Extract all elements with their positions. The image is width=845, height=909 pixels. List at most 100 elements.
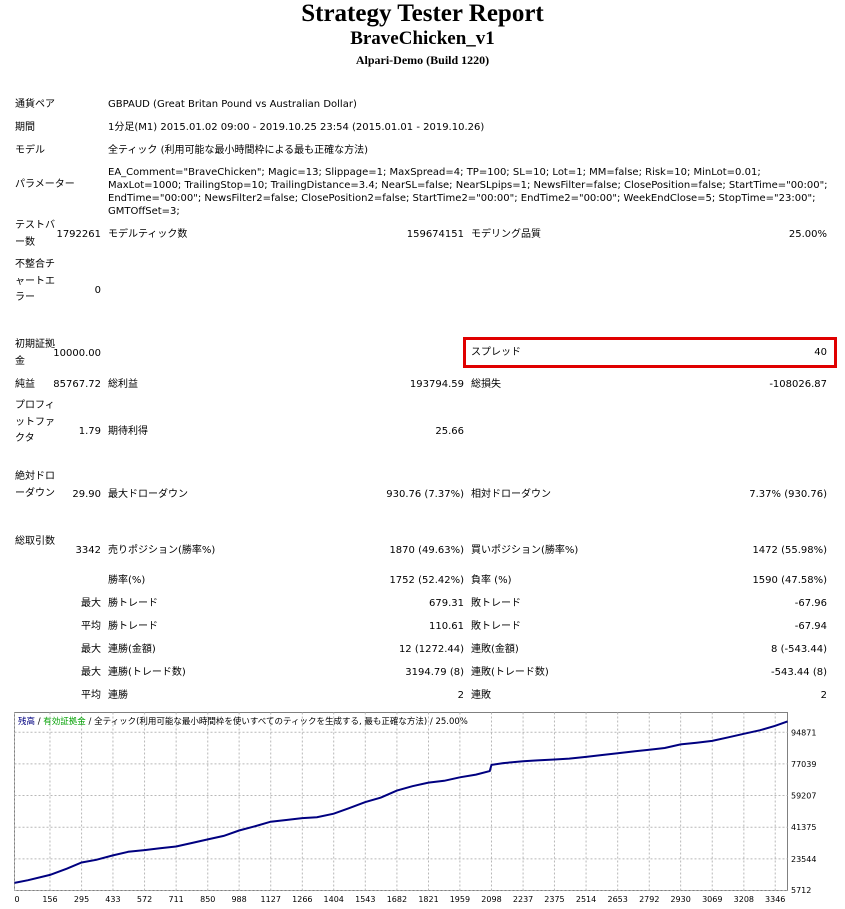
avg-consec-losses-value: 2 bbox=[820, 690, 827, 701]
model-value: 全ティック (利用可能な最小時間枠による最も正確な方法) bbox=[108, 145, 369, 156]
mismatch-label: 不整合チャートエラー bbox=[15, 259, 55, 303]
largest-loss-value: -67.96 bbox=[794, 598, 827, 609]
max-consec-loss-amount-value: -543.44 (8) bbox=[771, 667, 827, 678]
quality-label: モデリング品質 bbox=[471, 229, 541, 240]
expected-payoff-label: 期待利得 bbox=[108, 426, 148, 437]
x-tick-label: 2237 bbox=[513, 895, 533, 904]
x-tick-label: 2653 bbox=[607, 895, 627, 904]
spread-value: 40 bbox=[814, 347, 827, 358]
deposit-value: 10000.00 bbox=[53, 348, 101, 359]
profit-factor-value: 1.79 bbox=[78, 426, 101, 437]
largest-prefix: 最大 bbox=[81, 598, 101, 609]
avg-consec-losses-label: 連敗 bbox=[471, 690, 491, 701]
y-tick-label: 77039 bbox=[791, 760, 816, 769]
x-tick-label: 2792 bbox=[639, 895, 659, 904]
max-consec-losses-label: 連敗(金額) bbox=[471, 644, 519, 655]
plot-area bbox=[14, 712, 788, 891]
legend-sep-1: / bbox=[35, 717, 43, 727]
mismatch-value: 0 bbox=[94, 285, 101, 296]
params-value: EA_Comment="BraveChicken"; Magic=13; Sli… bbox=[108, 167, 828, 217]
long-positions-value: 1472 (55.98%) bbox=[752, 545, 827, 556]
y-tick-label: 41375 bbox=[791, 823, 816, 832]
x-tick-label: 711 bbox=[169, 895, 184, 904]
expected-payoff-value: 25.66 bbox=[435, 426, 464, 437]
x-tick-label: 1821 bbox=[418, 895, 438, 904]
largest-win-label: 勝トレード bbox=[108, 598, 158, 609]
total-trades-value: 3342 bbox=[75, 545, 101, 556]
x-tick-label: 2098 bbox=[481, 895, 501, 904]
x-tick-label: 3069 bbox=[702, 895, 722, 904]
y-tick-label: 23544 bbox=[791, 855, 816, 864]
y-tick-label: 5712 bbox=[791, 886, 811, 895]
avg-win-label: 勝トレード bbox=[108, 621, 158, 632]
max-consec-wins-value: 12 (1272.44) bbox=[398, 644, 464, 655]
server-build: Alpari-Demo (Build 1220) bbox=[355, 53, 490, 67]
ticks-label: モデルティック数 bbox=[108, 229, 188, 240]
max-drawdown-label: 最大ドローダウン bbox=[108, 489, 188, 500]
avg-win-value: 110.61 bbox=[429, 621, 464, 632]
x-tick-label: 850 bbox=[200, 895, 215, 904]
quality-value: 25.00% bbox=[788, 229, 827, 240]
max-consec-prefix: 最大 bbox=[81, 644, 101, 655]
total-trades-label: 総取引数 bbox=[15, 536, 55, 547]
period-value: 1分足(M1) 2015.01.02 09:00 - 2019.10.25 23… bbox=[108, 122, 485, 133]
y-tick-label: 59207 bbox=[791, 792, 816, 801]
avg-loss-label: 敗トレード bbox=[471, 621, 521, 632]
x-tick-label: 1127 bbox=[261, 895, 281, 904]
avg-consec-wins-value: 2 bbox=[457, 690, 464, 701]
avg-consec-prefix: 平均 bbox=[81, 690, 101, 701]
gross-loss-value: -108026.87 bbox=[769, 379, 827, 390]
model-label: モデル bbox=[15, 145, 45, 156]
gross-profit-label: 総利益 bbox=[108, 379, 138, 390]
legend-margin: 有効証拠金 bbox=[43, 716, 86, 727]
x-tick-label: 1543 bbox=[355, 895, 375, 904]
deposit-label: 初期証拠金 bbox=[15, 339, 55, 367]
chart-legend: 残高 / 有効証拠金 / 全ティック(利用可能な最小時間枠を使いすべてのティック… bbox=[18, 716, 468, 727]
x-tick-label: 156 bbox=[42, 895, 57, 904]
avg-loss-value: -67.94 bbox=[794, 621, 827, 632]
largest-loss-label: 敗トレード bbox=[471, 598, 521, 609]
short-positions-label: 売りポジション(勝率%) bbox=[108, 545, 216, 556]
period-label: 期間 bbox=[15, 122, 35, 133]
x-tick-label: 2375 bbox=[544, 895, 564, 904]
max-consec-losses-value: 8 (-543.44) bbox=[771, 644, 827, 655]
win-rate-value: 1752 (52.42%) bbox=[389, 575, 464, 586]
x-tick-label: 2514 bbox=[576, 895, 596, 904]
max-consec-wins-label: 連勝(金額) bbox=[108, 644, 156, 655]
win-rate-label: 勝率(%) bbox=[108, 575, 146, 586]
max-consec-loss-amount-label: 連敗(トレード数) bbox=[471, 667, 549, 678]
x-tick-label: 3208 bbox=[734, 895, 754, 904]
profit-factor-label: プロフィットファクタ bbox=[15, 400, 55, 444]
x-axis-ticks: 0 156 295 433 572 711 850 988 1127 1266 1404 1543 16… bbox=[15, 895, 786, 904]
abs-drawdown-value: 29.90 bbox=[72, 489, 101, 500]
x-tick-label: 988 bbox=[231, 895, 246, 904]
bars-label: テストバー数 bbox=[15, 220, 55, 248]
net-profit-label: 純益 bbox=[15, 379, 35, 390]
max-consec-profit-prefix: 最大 bbox=[81, 667, 101, 678]
loss-rate-value: 1590 (47.58%) bbox=[752, 575, 827, 586]
average-prefix: 平均 bbox=[81, 621, 101, 632]
largest-win-value: 679.31 bbox=[429, 598, 464, 609]
x-tick-label: 2930 bbox=[670, 895, 690, 904]
x-tick-label: 0 bbox=[15, 895, 20, 904]
x-tick-label: 1404 bbox=[324, 895, 344, 904]
legend-balance: 残高 bbox=[18, 716, 35, 727]
report-title: Strategy Tester Report bbox=[301, 0, 544, 27]
ticks-value: 159674151 bbox=[406, 229, 464, 240]
max-consec-profit-value: 3194.79 (8) bbox=[405, 667, 464, 678]
short-positions-value: 1870 (49.63%) bbox=[389, 545, 464, 556]
legend-sep-2: / bbox=[86, 717, 94, 727]
balance-chart: 残高 / 有効証拠金 / 全ティック(利用可能な最小時間枠を使いすべてのティック… bbox=[14, 712, 816, 904]
x-tick-label: 3346 bbox=[765, 895, 785, 904]
pair-value: GBPAUD (Great Britan Pound vs Australian… bbox=[108, 99, 357, 110]
avg-consec-wins-label: 連勝 bbox=[108, 690, 128, 701]
abs-drawdown-label: 絶対ドローダウン bbox=[15, 471, 55, 499]
legend-sep-3: / bbox=[427, 717, 435, 727]
bars-value: 1792261 bbox=[56, 229, 101, 240]
y-tick-label: 94871 bbox=[791, 728, 816, 737]
y-axis-ticks: 5712 23544 41375 59207 77039 94871 bbox=[791, 728, 816, 895]
x-tick-label: 295 bbox=[74, 895, 89, 904]
x-tick-label: 1682 bbox=[387, 895, 407, 904]
x-tick-label: 572 bbox=[137, 895, 152, 904]
spread-label: スプレッド bbox=[471, 347, 521, 358]
